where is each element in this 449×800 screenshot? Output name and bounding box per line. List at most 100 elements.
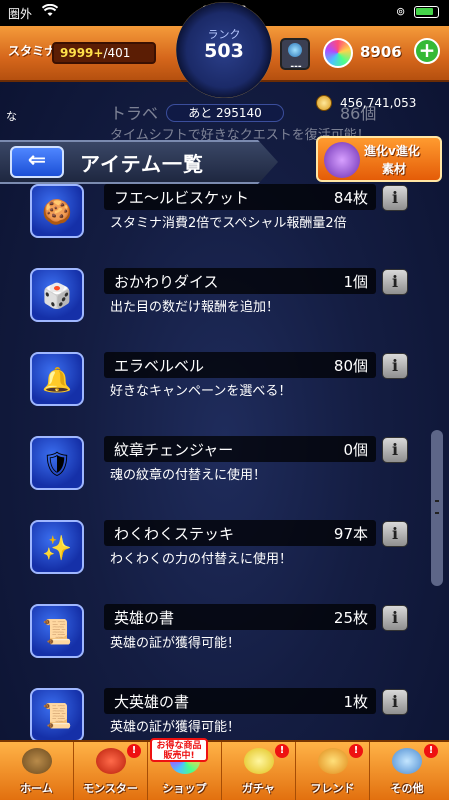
item-name-box: 大英雄の書 1枚 — [104, 688, 376, 714]
item-count: 25枚 — [333, 609, 368, 627]
list-item[interactable]: ✨ わくわくステッキ 97本 わくわくの力の付替えに使用！ i — [0, 520, 449, 600]
tab-label: モンスター — [83, 782, 138, 795]
item-desc: スタミナ消費2倍でスペシャル報酬量2倍 — [110, 216, 347, 231]
gacha-icon — [244, 748, 274, 774]
item-desc: 出た目の数だけ報酬を追加！ — [110, 300, 280, 315]
stamina-label: スタミナ — [8, 44, 57, 58]
page-title: アイテム一覧 — [80, 152, 204, 176]
item-count: 84枚 — [333, 189, 368, 207]
bottom-tab-bar: ホーム モンスター ! ショップ ガチャ ! フレンド ! その他 ! — [0, 740, 449, 800]
biscuit-icon: 🍪 — [30, 184, 84, 238]
item-name: 英雄の書 — [114, 609, 175, 627]
tab-label: その他 — [390, 782, 424, 795]
back-button[interactable]: ⇐ — [10, 146, 64, 178]
list-item[interactable]: 🔔 エラベルベル 80個 好きなキャンペーンを選べる！ i — [0, 352, 449, 432]
item-list[interactable]: 🍪 フエ～ルビスケット 84枚 スタミナ消費2倍でスペシャル報酬量2倍 i 🎲 … — [0, 184, 449, 740]
item-name-box: 英雄の書 25枚 — [104, 604, 376, 630]
info-button[interactable]: i — [382, 185, 408, 211]
evo-label-line2: 素材 — [382, 162, 407, 176]
info-button[interactable]: i — [382, 521, 408, 547]
notification-badge: ! — [424, 744, 438, 758]
list-item[interactable]: 📜 英雄の書 25枚 英雄の証が獲得可能！ i — [0, 604, 449, 684]
tab-other[interactable]: その他 ! — [370, 742, 444, 800]
other-icon — [392, 748, 422, 774]
item-desc: 英雄の証が獲得可能！ — [110, 720, 241, 735]
item-name-box: 紋章チェンジャー 0個 — [104, 436, 376, 462]
item-count: 97本 — [333, 525, 368, 543]
item-name-box: わくわくステッキ 97本 — [104, 520, 376, 546]
great-hero-book-icon: 📜 — [30, 688, 84, 740]
gauge-value: --- — [290, 62, 302, 72]
item-name: おかわりダイス — [114, 273, 219, 291]
friend-icon — [318, 748, 348, 774]
evo-label-line1: 進化v進化 — [364, 144, 420, 158]
item-count: 1枚 — [343, 693, 368, 711]
item-name: わくわくステッキ — [114, 525, 235, 543]
tab-label: フレンド — [310, 782, 355, 795]
notification-badge: ! — [349, 744, 363, 758]
scrollbar-grip[interactable] — [435, 500, 439, 514]
item-name: 大英雄の書 — [114, 693, 190, 711]
tab-label: ショップ — [162, 782, 207, 795]
emblem-changer-icon: 🛡 — [30, 436, 84, 490]
tab-home[interactable]: ホーム — [0, 742, 74, 800]
rank-badge[interactable]: ランク 503 — [176, 2, 272, 98]
orb-icon — [323, 38, 353, 68]
bell-icon: 🔔 — [30, 352, 84, 406]
scrollbar[interactable] — [431, 430, 443, 586]
hero-book-icon: 📜 — [30, 604, 84, 658]
deal-line2: 販売中! — [163, 751, 195, 761]
buy-orb-button[interactable]: + — [414, 38, 440, 64]
battery-icon — [414, 6, 439, 18]
tab-label: ホーム — [20, 782, 53, 795]
list-item[interactable]: 🍪 フエ～ルビスケット 84枚 スタミナ消費2倍でスペシャル報酬量2倍 i — [0, 184, 449, 264]
evolution-material-icon — [324, 142, 360, 178]
item-name: 紋章チェンジャー — [114, 441, 234, 459]
item-name-box: フエ～ルビスケット 84枚 — [104, 184, 376, 210]
wand-icon: ✨ — [30, 520, 84, 574]
tab-label: ガチャ — [242, 782, 275, 795]
orb-count: 8906 — [360, 43, 402, 61]
deal-line1: お得な商品 — [156, 741, 202, 751]
stamina-current: 9999+ — [60, 46, 104, 60]
item-count: 1個 — [343, 273, 368, 291]
tab-gacha[interactable]: ガチャ ! — [222, 742, 296, 800]
shop-deal-badge[interactable]: お得な商品 販売中! — [150, 738, 208, 762]
home-icon — [22, 748, 52, 774]
stamina-display[interactable]: 9999+/401 — [52, 42, 156, 64]
item-name: エラベルベル — [114, 357, 205, 375]
item-count: 80個 — [333, 357, 368, 375]
rank-value: 503 — [204, 40, 244, 62]
item-desc: 好きなキャンペーンを選べる！ — [110, 384, 292, 399]
tab-friend[interactable]: フレンド ! — [296, 742, 370, 800]
evolution-material-button[interactable]: 進化v進化 素材 — [316, 136, 442, 182]
exp-remaining: あと 295140 — [166, 104, 284, 122]
info-button[interactable]: i — [382, 269, 408, 295]
notification-badge: ! — [275, 744, 289, 758]
coin-count: 456,741,053 — [340, 96, 417, 110]
item-count: 0個 — [343, 441, 368, 459]
stamina-max: /401 — [103, 46, 131, 60]
info-button[interactable]: i — [382, 353, 408, 379]
tab-monster[interactable]: モンスター ! — [74, 742, 148, 800]
item-name-box: エラベルベル 80個 — [104, 352, 376, 378]
notification-badge: ! — [127, 744, 141, 758]
item-desc: 英雄の証が獲得可能！ — [110, 636, 241, 651]
item-name-box: おかわりダイス 1個 — [104, 268, 376, 294]
list-item[interactable]: 🎲 おかわりダイス 1個 出た目の数だけ報酬を追加！ i — [0, 268, 449, 348]
item-desc: わくわくの力の付替えに使用！ — [110, 552, 293, 567]
info-button[interactable]: i — [382, 605, 408, 631]
item-name: フエ～ルビスケット — [114, 189, 250, 207]
left-edge-text: な — [6, 110, 17, 123]
info-button[interactable]: i — [382, 437, 408, 463]
app-screen: 圏外 21:56 ⊚ スタミナ 9999+/401 --- 8906 + ランク… — [0, 0, 449, 800]
list-item[interactable]: 📜 大英雄の書 1枚 英雄の証が獲得可能！ i — [0, 688, 449, 740]
monster-icon — [96, 748, 126, 774]
rotation-lock-icon: ⊚ — [396, 5, 406, 18]
coin-icon — [316, 95, 332, 111]
info-button[interactable]: i — [382, 689, 408, 715]
item-desc: 魂の紋章の付替えに使用！ — [110, 468, 267, 483]
list-item[interactable]: 🛡 紋章チェンジャー 0個 魂の紋章の付替えに使用！ i — [0, 436, 449, 516]
dice-icon: 🎲 — [30, 268, 84, 322]
ghost-item-name: トラベ — [110, 104, 159, 123]
